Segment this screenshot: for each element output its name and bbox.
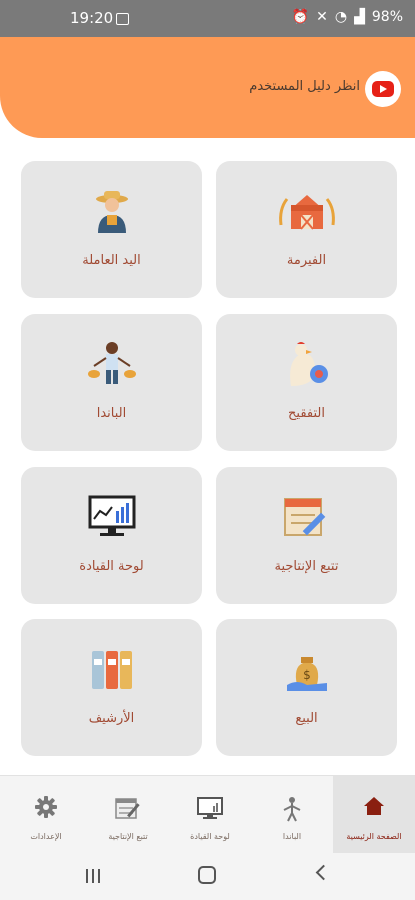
alarm-icon: ⏰ bbox=[291, 9, 310, 25]
barn-icon bbox=[278, 195, 335, 230]
card-label: الأرشيف bbox=[88, 711, 135, 726]
nav-label: الصفحة الرئيسية bbox=[346, 832, 402, 841]
nav-settings[interactable]: الإعدادات bbox=[5, 776, 87, 854]
recents-icon[interactable] bbox=[86, 869, 100, 883]
worker-scale-icon bbox=[87, 342, 136, 384]
nav-label: الباندا bbox=[282, 832, 302, 841]
card-archive[interactable]: الأرشيف bbox=[21, 619, 202, 756]
card-production[interactable]: تتبع الإنتاجية bbox=[216, 467, 397, 604]
card-farm[interactable]: الفيرمة bbox=[216, 161, 397, 298]
image-notification-icon bbox=[116, 13, 129, 25]
battery-text: 98% bbox=[371, 9, 403, 25]
nav-dashboard[interactable]: لوحة القيادة bbox=[169, 776, 251, 854]
card-workforce[interactable]: اليد العاملة bbox=[21, 161, 202, 298]
worker-icon bbox=[283, 797, 301, 822]
youtube-button[interactable] bbox=[365, 71, 401, 107]
card-hatching[interactable]: التفقيح bbox=[216, 314, 397, 451]
back-icon[interactable] bbox=[315, 864, 332, 881]
home-icon bbox=[364, 797, 384, 815]
user-guide-link[interactable]: انظر دليل المستخدم bbox=[249, 79, 360, 94]
nav-label: لوحة القيادة bbox=[190, 832, 230, 841]
binders-icon bbox=[91, 651, 132, 689]
monitor-chart-icon bbox=[88, 495, 135, 536]
farmer-icon bbox=[95, 191, 128, 233]
header-banner: انظر دليل المستخدم bbox=[0, 37, 415, 138]
nav-panda[interactable]: الباندا bbox=[251, 776, 333, 854]
system-nav-bar bbox=[0, 853, 415, 900]
card-panda[interactable]: الباندا bbox=[21, 314, 202, 451]
youtube-icon bbox=[372, 81, 394, 97]
svg-text:$: $ bbox=[303, 668, 311, 682]
nav-home[interactable]: الصفحة الرئيسية bbox=[333, 776, 415, 854]
status-bar: 19:20 ⏰ ✕ ◔ ▟ 98% bbox=[0, 0, 415, 37]
card-label: لوحة القيادة bbox=[79, 559, 144, 574]
calendar-pencil-icon bbox=[283, 498, 325, 536]
money-bag-icon: $ bbox=[286, 657, 327, 691]
card-label: الفيرمة bbox=[286, 253, 327, 268]
bottom-nav: الصفحة الرئيسية الباندا لوحة القيادة تتب… bbox=[0, 775, 415, 854]
card-label: التفقيح bbox=[288, 406, 325, 421]
gear-icon bbox=[35, 796, 57, 818]
mute-icon: ✕ bbox=[316, 9, 328, 25]
card-label: الباندا bbox=[96, 406, 127, 421]
card-label: البيع bbox=[295, 711, 318, 726]
calendar-icon bbox=[115, 798, 140, 819]
signal-icon: ▟ bbox=[354, 9, 365, 25]
nav-production[interactable]: تتبع الإنتاجية bbox=[87, 776, 169, 854]
card-sales[interactable]: $ البيع bbox=[216, 619, 397, 756]
card-label: اليد العاملة bbox=[82, 253, 141, 268]
home-button-icon[interactable] bbox=[198, 866, 216, 884]
chick-egg-icon bbox=[289, 342, 328, 386]
nav-label: تتبع الإنتاجية bbox=[108, 832, 148, 841]
wifi-icon: ◔ bbox=[334, 9, 348, 25]
status-time: 19:20 bbox=[70, 9, 114, 27]
card-dashboard[interactable]: لوحة القيادة bbox=[21, 467, 202, 604]
monitor-icon bbox=[197, 797, 223, 819]
nav-label: الإعدادات bbox=[30, 832, 62, 841]
card-label: تتبع الإنتاجية bbox=[274, 559, 339, 574]
